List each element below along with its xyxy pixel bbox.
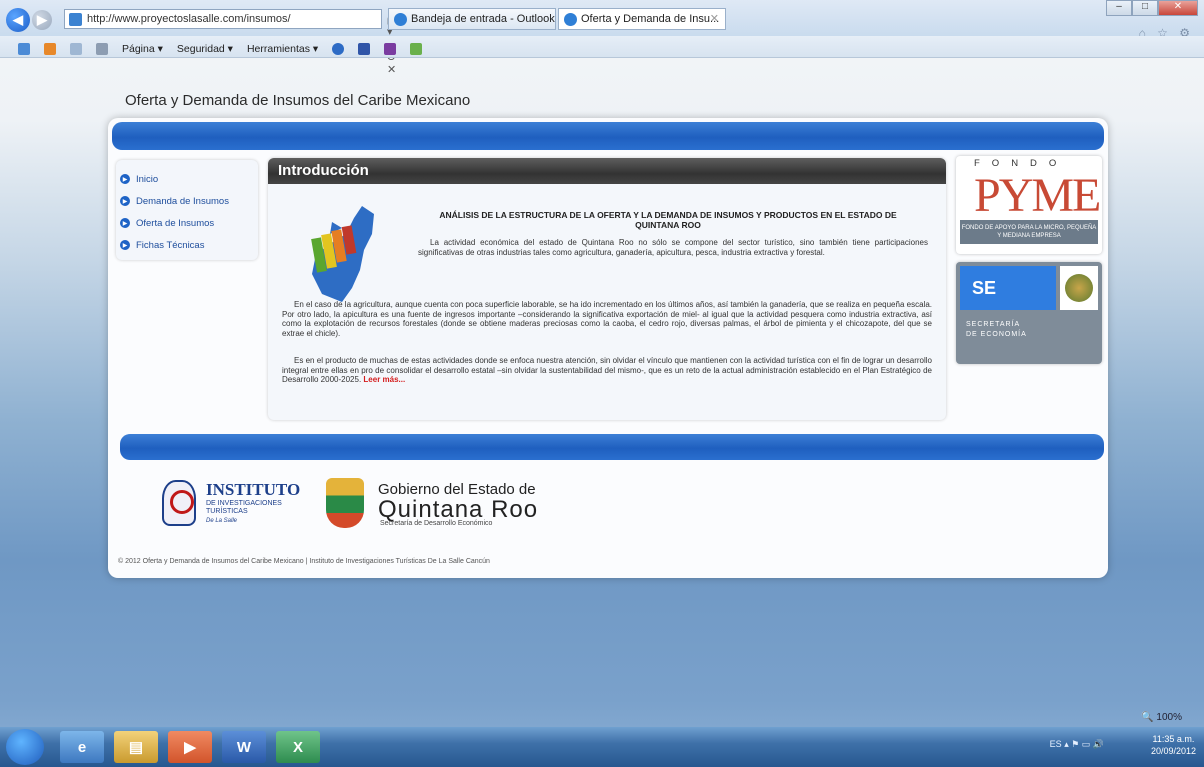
address-text: http://www.proyectoslasalle.com/insumos/ xyxy=(87,13,291,25)
menu-item-label: Inicio xyxy=(136,173,159,185)
minimize-button[interactable]: – xyxy=(1106,0,1132,16)
instituto-subtitle: DE INVESTIGACIONES TURÍSTICAS xyxy=(206,500,282,516)
mail-icon[interactable] xyxy=(70,42,82,55)
tab-close-icon[interactable]: ✕ xyxy=(710,12,719,25)
tab-label: Oferta y Demanda de Insu... xyxy=(581,13,720,25)
arrow-bullet-icon: ▶ xyxy=(120,240,130,250)
menu-item-label: Fichas Técnicas xyxy=(136,239,205,251)
taskbar: e ▤ ▶ W X ES ▴ ⚑ ▭ 🔊 11:35 a.m. 20/09/20… xyxy=(0,727,1204,767)
instituto-logo[interactable]: INSTITUTO DE INVESTIGACIONES TURÍSTICAS … xyxy=(148,478,308,532)
security-menu[interactable]: Seguridad ▾ xyxy=(177,43,233,55)
arrow-bullet-icon: ▶ xyxy=(120,174,130,184)
home-icon[interactable] xyxy=(18,42,30,55)
maximize-button[interactable]: □ xyxy=(1132,0,1158,16)
page-menu[interactable]: Página ▾ xyxy=(122,43,163,55)
excel-taskbar-icon[interactable]: X xyxy=(276,731,320,763)
tab-label: Bandeja de entrada - Outlook ... xyxy=(411,13,556,25)
system-tray[interactable]: ES ▴ ⚑ ▭ 🔊 xyxy=(1050,739,1104,750)
rss-icon[interactable] xyxy=(44,42,56,55)
help-icon[interactable] xyxy=(332,42,345,55)
outlook-tab-icon xyxy=(394,13,407,26)
menu-item-label: Oferta de Insumos xyxy=(136,217,215,229)
ie-taskbar-icon[interactable]: e xyxy=(60,731,104,763)
se-logo: SE xyxy=(960,266,1056,310)
sidebar-menu: ▶ Inicio ▶ Demanda de Insumos ▶ Oferta d… xyxy=(116,160,258,260)
tab-outlook[interactable]: Bandeja de entrada - Outlook ... xyxy=(388,8,556,30)
intro-paragraph-1: La actividad económica del estado de Qui… xyxy=(418,238,928,257)
footer-band xyxy=(120,434,1104,460)
pyme-logo: PYME xyxy=(974,169,1101,222)
clock[interactable]: 11:35 a.m. 20/09/2012 xyxy=(1151,733,1196,757)
gobierno-line1: Gobierno del Estado de xyxy=(378,481,536,498)
instituto-emblem-icon xyxy=(162,480,196,526)
tab-oferta-demanda[interactable]: Oferta y Demanda de Insu... ✕ xyxy=(558,8,726,30)
instituto-subtitle-line1: DE INVESTIGACIONES xyxy=(206,500,282,507)
arrow-bullet-icon: ▶ xyxy=(120,218,130,228)
zoom-icon: 🔍 xyxy=(1141,712,1154,723)
menu-item-label: Demanda de Insumos xyxy=(136,195,229,207)
intro-paragraph-2: En el caso de la agricultura, aunque cue… xyxy=(282,300,932,338)
secretaria-economia-banner[interactable]: SE SECRETARÍA DE ECONOMÍA xyxy=(956,262,1102,364)
explorer-taskbar-icon[interactable]: ▤ xyxy=(114,731,158,763)
onenote-icon[interactable] xyxy=(384,42,397,55)
menu-item-oferta[interactable]: ▶ Oferta de Insumos xyxy=(120,212,258,234)
se-name: SECRETARÍA DE ECONOMÍA xyxy=(966,320,1027,340)
menu-item-inicio[interactable]: ▶ Inicio xyxy=(120,168,258,190)
address-bar[interactable]: http://www.proyectoslasalle.com/insumos/… xyxy=(64,9,396,76)
command-bar: Página ▾ Seguridad ▾ Herramientas ▾ xyxy=(0,36,1204,58)
tools-menu[interactable]: Herramientas ▾ xyxy=(247,43,318,55)
ie-tab-icon xyxy=(564,13,577,26)
back-button[interactable]: ◀ xyxy=(6,8,30,32)
instituto-title: INSTITUTO xyxy=(206,480,301,499)
quintana-roo-shield-icon xyxy=(326,478,364,528)
tray-icons: ▴ ⚑ ▭ 🔊 xyxy=(1064,739,1104,749)
pyme-tagline: FONDO DE APOYO PARA LA MICRO, PEQUEÑA Y … xyxy=(960,220,1098,244)
se-name-line1: SECRETARÍA xyxy=(966,321,1021,328)
word-taskbar-icon[interactable]: W xyxy=(222,731,266,763)
clock-time: 11:35 a.m. xyxy=(1152,734,1195,744)
intro-paragraph-3: Es en el producto de muchas de estas act… xyxy=(282,356,932,385)
site-favicon-icon xyxy=(69,13,82,26)
start-button[interactable] xyxy=(6,729,44,765)
instituto-lasalle-text: De La Salle xyxy=(206,518,238,524)
read-more-link[interactable]: Leer más... xyxy=(363,375,405,384)
arrow-bullet-icon: ▶ xyxy=(120,196,130,206)
forward-button[interactable]: ▶ xyxy=(32,10,52,30)
se-name-line2: DE ECONOMÍA xyxy=(966,331,1027,338)
main-content: Introducción ANÁLISIS DE LA ESTRUCTURA D… xyxy=(268,158,946,420)
language-indicator: ES xyxy=(1049,739,1062,749)
extension-icon[interactable] xyxy=(410,42,423,55)
site-title: Oferta y Demanda de Insumos del Caribe M… xyxy=(125,92,471,109)
footer-logos: INSTITUTO DE INVESTIGACIONES TURÍSTICAS … xyxy=(120,466,1104,542)
zoom-value: 100% xyxy=(1156,712,1182,723)
addon-icon[interactable] xyxy=(358,42,371,55)
intro-title: ANÁLISIS DE LA ESTRUCTURA DE LA OFERTA Y… xyxy=(439,210,897,230)
menu-item-fichas[interactable]: ▶ Fichas Técnicas xyxy=(120,234,258,256)
page-container: ▶ Inicio ▶ Demanda de Insumos ▶ Oferta d… xyxy=(108,118,1108,578)
media-taskbar-icon[interactable]: ▶ xyxy=(168,731,212,763)
menu-item-demanda[interactable]: ▶ Demanda de Insumos xyxy=(120,190,258,212)
quintana-roo-map-icon xyxy=(311,206,374,302)
fondo-pyme-banner[interactable]: FONDO PYME FONDO DE APOYO PARA LA MICRO,… xyxy=(956,156,1102,254)
copyright-text: © 2012 Oferta y Demanda de Insumos del C… xyxy=(118,558,490,565)
gobierno-line3: Secretaría de Desarrollo Económico xyxy=(380,520,493,527)
print-icon[interactable] xyxy=(96,42,108,55)
close-button[interactable]: ✕ xyxy=(1158,0,1198,16)
header-band xyxy=(112,122,1104,150)
window-controls: – □ ✕ xyxy=(1106,0,1198,16)
sponsor-column: FONDO PYME FONDO DE APOYO PARA LA MICRO,… xyxy=(956,156,1104,368)
clock-date: 20/09/2012 xyxy=(1150,746,1196,756)
zoom-level[interactable]: 🔍 100% xyxy=(1141,712,1182,723)
instituto-subtitle-line2: TURÍSTICAS xyxy=(206,508,248,515)
mexico-seal-icon xyxy=(1060,266,1098,310)
section-heading: Introducción xyxy=(268,158,946,184)
browser-titlebar: ◀ ▶ http://www.proyectoslasalle.com/insu… xyxy=(0,0,1204,76)
